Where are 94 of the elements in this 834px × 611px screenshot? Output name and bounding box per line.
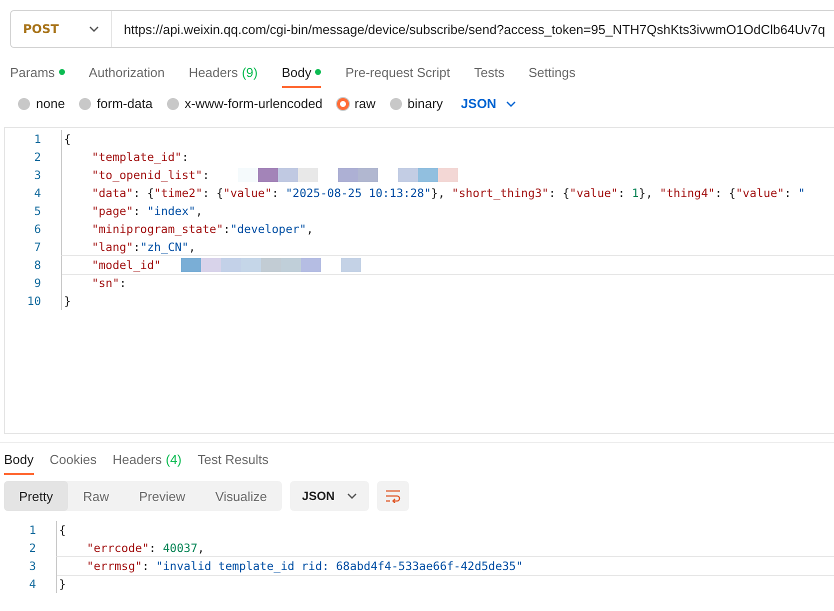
- line-number: 6: [33, 222, 41, 236]
- code-token: "lang": [90, 240, 134, 254]
- code-token: "value": [736, 186, 784, 200]
- caret-icon: [506, 100, 516, 106]
- code-token: "model_id": [90, 258, 161, 272]
- code-token: :: [133, 204, 142, 218]
- code-token: ": [798, 186, 805, 200]
- body-type-radio[interactable]: x-www-form-urlencoded: [166, 96, 323, 111]
- code-token: "errcode": [86, 541, 150, 555]
- code-token: "value": [570, 186, 618, 200]
- code-token: "data": [90, 186, 134, 200]
- code-token: :: [272, 186, 280, 200]
- code-token: 1: [632, 186, 639, 200]
- view-mode-tab[interactable]: Preview: [124, 481, 200, 511]
- code-token: "page": [90, 204, 134, 218]
- code-token: "invalid template_id rid: 68abd4f4-533ae66f-42d5de35": [156, 559, 523, 573]
- code-token: :: [142, 559, 150, 573]
- line-number: 7: [33, 240, 41, 254]
- line-number: 10: [26, 294, 41, 308]
- body-type-radio[interactable]: binary: [390, 96, 443, 111]
- method-dropdown[interactable]: POST: [11, 11, 112, 47]
- line-number: 2: [33, 150, 41, 164]
- response-tab[interactable]: Headers (4): [112, 445, 182, 475]
- line-number: 9: [33, 276, 41, 290]
- code-token: {: [59, 523, 66, 537]
- code-token: "index": [147, 204, 196, 218]
- code-token: }: [64, 294, 71, 308]
- body-type-radio[interactable]: none: [18, 96, 65, 111]
- caret-icon: [346, 493, 357, 499]
- request-tab[interactable]: Params: [10, 58, 65, 88]
- code-token: 40037: [162, 541, 198, 555]
- code-token: "sn": [90, 276, 120, 290]
- request-tab[interactable]: Body: [282, 58, 322, 88]
- wrap-lines-button[interactable]: [376, 481, 409, 511]
- code-token: "short_thing3": [452, 186, 549, 200]
- code-token: "zh_CN": [140, 240, 189, 254]
- body-type-radio[interactable]: raw: [336, 96, 376, 111]
- request-tab[interactable]: Tests: [474, 58, 504, 88]
- response-tab[interactable]: Cookies: [50, 445, 97, 475]
- code-token: },: [431, 186, 446, 200]
- code-token: {: [64, 132, 71, 146]
- view-mode-tab[interactable]: Pretty: [4, 481, 68, 511]
- code-token: :: [119, 276, 126, 290]
- code-token: "developer": [230, 222, 306, 236]
- line-number: 4: [28, 577, 36, 591]
- code-token: : {: [548, 186, 570, 200]
- line-number: 1: [28, 523, 36, 537]
- request-tab[interactable]: Pre-request Script: [345, 58, 450, 88]
- response-tab[interactable]: Body: [4, 445, 34, 475]
- line-number: 5: [33, 204, 41, 218]
- code-token: "to_openid_list": [90, 168, 202, 182]
- code-token: "miniprogram_state": [90, 222, 224, 236]
- format-dropdown[interactable]: JSON: [290, 481, 369, 511]
- view-mode-tab[interactable]: Visualize: [200, 481, 282, 511]
- status-dot: [58, 69, 65, 75]
- code-token: :: [202, 168, 210, 182]
- code-token: "template_id": [90, 150, 182, 164]
- format-dropdown[interactable]: JSON: [456, 96, 516, 111]
- code-token: : {: [202, 186, 224, 200]
- url-field[interactable]: https://api.weixin.qq.com/cgi-bin/message/device/subscribe/send?access_token=95_NTH7QshKts3ivwmO1OdClb64Uv7q: [112, 22, 834, 36]
- code-token: ,: [188, 240, 196, 254]
- response-tab[interactable]: Test Results: [198, 445, 268, 475]
- code-token: ,: [196, 204, 203, 218]
- caret-icon: [88, 26, 99, 32]
- line-number: 4: [33, 186, 41, 200]
- code-token: "thing4": [660, 186, 715, 200]
- code-token: ,: [306, 222, 314, 236]
- code-token: :: [784, 186, 792, 200]
- code-token: ,: [198, 541, 204, 555]
- request-tab[interactable]: Headers (9): [188, 58, 258, 88]
- line-number: 1: [33, 132, 41, 146]
- code-token: :: [618, 186, 626, 200]
- request-tab[interactable]: Authorization: [88, 58, 165, 88]
- code-token: },: [638, 186, 654, 200]
- line-number: 3: [33, 168, 41, 182]
- code-token: : {: [133, 186, 154, 200]
- code-token: "2025-08-25 10:13:28": [286, 186, 432, 200]
- code-token: }: [59, 577, 66, 591]
- status-dot: [315, 69, 322, 75]
- code-token: "errmsg": [86, 559, 142, 573]
- code-token: "time2": [154, 186, 202, 200]
- line-number: 2: [28, 541, 36, 555]
- line-number: 8: [33, 258, 41, 272]
- code-token: :: [182, 150, 189, 164]
- body-type-radio[interactable]: form-data: [78, 96, 153, 111]
- code-token: "value": [223, 186, 272, 200]
- view-mode-tab[interactable]: Raw: [68, 481, 124, 511]
- code-token: : {: [714, 186, 736, 200]
- wrap-lines-icon: [384, 489, 401, 503]
- code-token: :: [133, 240, 140, 254]
- code-token: :: [223, 222, 230, 236]
- line-number: 3: [28, 559, 36, 573]
- request-tab[interactable]: Settings: [528, 58, 576, 88]
- code-token: :: [149, 541, 157, 555]
